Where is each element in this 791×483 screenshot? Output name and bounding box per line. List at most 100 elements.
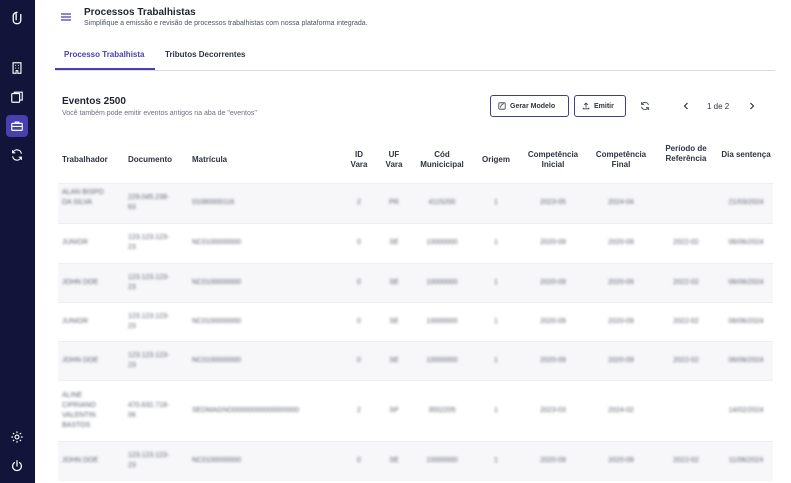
table-cell: 06/06/2024 bbox=[728, 317, 764, 325]
table-cell: SE bbox=[389, 457, 399, 464]
table-cell: 123.123.123-23 bbox=[128, 452, 170, 469]
table-cell: 10000000 bbox=[426, 278, 458, 286]
logo-icon[interactable] bbox=[6, 7, 28, 29]
table-cell: 1 bbox=[494, 239, 498, 246]
chevron-right-icon[interactable] bbox=[748, 101, 756, 111]
table-cell: SE bbox=[389, 278, 399, 286]
table-cell: 229.045.238-63 bbox=[128, 194, 170, 211]
table-cell: 2020-09 bbox=[608, 457, 634, 464]
table-cell: 2020-09 bbox=[608, 356, 634, 364]
app-root: Processos Trabalhistas Simplifique a emi… bbox=[0, 0, 791, 483]
table-cell: 0 bbox=[357, 356, 361, 364]
table-cell: 2020-09 bbox=[608, 239, 634, 246]
column-header[interactable]: Dia sentença bbox=[720, 150, 772, 160]
table-cell: 1 bbox=[494, 406, 498, 414]
row-divider bbox=[58, 263, 773, 264]
table-cell: 2 bbox=[357, 199, 361, 206]
table-cell: SE bbox=[389, 356, 399, 364]
column-header[interactable]: UF Vara bbox=[381, 150, 407, 170]
pagination-label: 1 de 2 bbox=[707, 102, 730, 111]
row-divider bbox=[58, 223, 773, 224]
table-cell: 2020-09 bbox=[608, 317, 634, 325]
table-cell: 123.123.123-23 bbox=[128, 273, 170, 291]
column-header[interactable]: Documento bbox=[128, 155, 183, 165]
table-cell: PR bbox=[389, 199, 399, 206]
settings-icon[interactable] bbox=[6, 426, 28, 448]
table-cell: 123.123.123-23 bbox=[128, 351, 170, 369]
column-header[interactable]: Matrícula bbox=[192, 155, 337, 165]
table-cell: 2023-05 bbox=[540, 199, 566, 206]
sidebar bbox=[0, 0, 35, 483]
table-cell: NC0100000000 bbox=[192, 356, 242, 364]
table-cell: 10000000 bbox=[426, 457, 458, 464]
table-cell: NC0100000000 bbox=[192, 239, 242, 246]
table-cell: 06/06/2024 bbox=[728, 278, 764, 286]
table-cell: 0 bbox=[357, 278, 361, 286]
column-header[interactable]: ID Vara bbox=[346, 150, 372, 170]
table-cell: 2020-09 bbox=[540, 239, 566, 246]
page-subtitle: Simplifique a emissão e revisão de proce… bbox=[84, 20, 368, 27]
gerar-modelo-button[interactable]: Gerar Modelo bbox=[490, 95, 569, 117]
table-cell: 1 bbox=[494, 457, 498, 464]
table-cell: 10000000 bbox=[426, 239, 458, 246]
table-cell: 2 bbox=[357, 406, 361, 414]
gerar-modelo-label: Gerar Modelo bbox=[510, 102, 556, 110]
table-cell: 1 bbox=[494, 199, 498, 206]
table-cell: 14/02/2024 bbox=[728, 406, 764, 414]
chevron-left-icon[interactable] bbox=[682, 101, 690, 111]
table-cell: SP bbox=[389, 406, 399, 414]
table-cell: SEDMAGNO00000000000000000 bbox=[192, 406, 300, 414]
page-header: Processos Trabalhistas Simplifique a emi… bbox=[35, 0, 791, 40]
documents-icon[interactable] bbox=[6, 86, 28, 108]
table-cell: ALAN BISPO DA SILVA bbox=[62, 189, 104, 206]
table-cell: 3552205 bbox=[428, 406, 456, 414]
power-icon[interactable] bbox=[6, 455, 28, 477]
table-cell: 2024-02 bbox=[608, 406, 634, 414]
table-cell: 01080000116 bbox=[192, 199, 235, 206]
tab-tributos-decorrentes[interactable]: Tributos Decorrentes bbox=[165, 50, 245, 59]
row-divider bbox=[58, 183, 773, 184]
column-header[interactable]: Cód Municicipal bbox=[414, 150, 470, 170]
table-cell: 2020-09 bbox=[540, 317, 566, 325]
table-cell: JUNIOR bbox=[62, 317, 89, 325]
table-cell: JOHN DOE bbox=[62, 457, 99, 464]
table-cell: 2022-02 bbox=[673, 317, 699, 325]
table-cell: 123.123.123-23 bbox=[128, 312, 170, 330]
table-cell: 0 bbox=[357, 317, 361, 325]
table-cell: 2023-03 bbox=[540, 406, 566, 414]
menu-icon[interactable] bbox=[60, 11, 72, 23]
sync-icon[interactable] bbox=[6, 144, 28, 166]
table-cell: 2022-02 bbox=[673, 239, 699, 246]
briefcase-icon[interactable] bbox=[6, 115, 28, 137]
table-cell: 2020-09 bbox=[540, 278, 566, 286]
column-header[interactable]: Trabalhador bbox=[62, 155, 122, 165]
table-cell: SE bbox=[389, 239, 399, 246]
events-subtitle: Você também pode emitir eventos antigos … bbox=[62, 110, 257, 117]
table-cell: 1 bbox=[494, 356, 498, 364]
column-header[interactable]: Competência Inicial bbox=[522, 150, 584, 170]
table-cell: 123.123.123-23 bbox=[128, 234, 170, 251]
table-cell: 1 bbox=[494, 278, 498, 286]
building-icon[interactable] bbox=[6, 57, 28, 79]
table-cell: 10000000 bbox=[426, 356, 458, 364]
table-cell: 06/06/2024 bbox=[728, 356, 764, 364]
refresh-icon[interactable] bbox=[640, 101, 650, 111]
tab-processo-trabalhista[interactable]: Processo Trabalhista bbox=[64, 50, 144, 59]
table-cell: 2020-09 bbox=[540, 356, 566, 364]
table-cell: NC0100000000 bbox=[192, 278, 242, 286]
edit-icon bbox=[498, 102, 506, 110]
events-title: Eventos 2500 bbox=[62, 96, 126, 107]
row-divider bbox=[58, 341, 773, 342]
table-cell: 2022-02 bbox=[673, 356, 699, 364]
column-header[interactable]: Origem bbox=[476, 155, 516, 165]
table-cell: 2022-02 bbox=[673, 457, 699, 464]
emitir-button[interactable]: Emitir bbox=[574, 95, 626, 117]
tab-bar: Processo Trabalhista Tributos Decorrente… bbox=[35, 40, 791, 71]
table-cell: 2020-09 bbox=[608, 278, 634, 286]
table-cell: 0 bbox=[357, 457, 361, 464]
upload-icon bbox=[582, 102, 590, 110]
emitir-label: Emitir bbox=[594, 102, 614, 110]
table-cell: 4115200 bbox=[428, 199, 456, 206]
column-header[interactable]: Período de Referência bbox=[658, 144, 714, 164]
column-header[interactable]: Competência Final bbox=[590, 150, 652, 170]
